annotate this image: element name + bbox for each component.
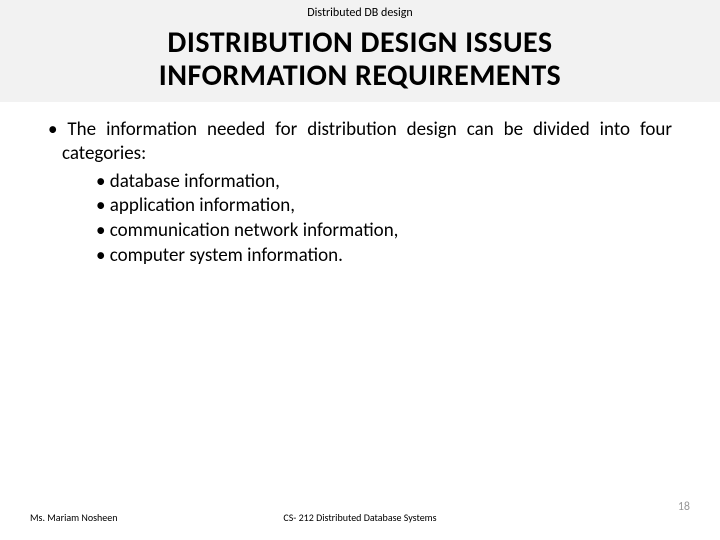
title-band: DISTRIBUTION DESIGN ISSUES INFORMATION R…: [0, 22, 720, 102]
sub-bullet-1: application information,: [96, 194, 672, 219]
slide-title-line1: DISTRIBUTION DESIGN ISSUES: [0, 26, 720, 59]
header-text: Distributed DB design: [0, 6, 720, 20]
header-band: Distributed DB design: [0, 0, 720, 22]
sub-list: database information, application inform…: [48, 170, 672, 269]
sub-bullet-2: communication network information,: [96, 219, 672, 244]
footer-author: Ms. Mariam Nosheen: [30, 511, 250, 524]
main-bullet: The information needed for distribution …: [48, 118, 672, 166]
slide-number: 18: [470, 500, 690, 524]
footer: Ms. Mariam Nosheen CS- 212 Distributed D…: [0, 500, 720, 524]
sub-bullet-3: computer system information.: [96, 244, 672, 269]
content-area: The information needed for distribution …: [0, 104, 720, 268]
slide-title-line2: INFORMATION REQUIREMENTS: [0, 59, 720, 92]
sub-bullet-0: database information,: [96, 170, 672, 195]
footer-course: CS- 212 Distributed Database Systems: [250, 511, 470, 524]
